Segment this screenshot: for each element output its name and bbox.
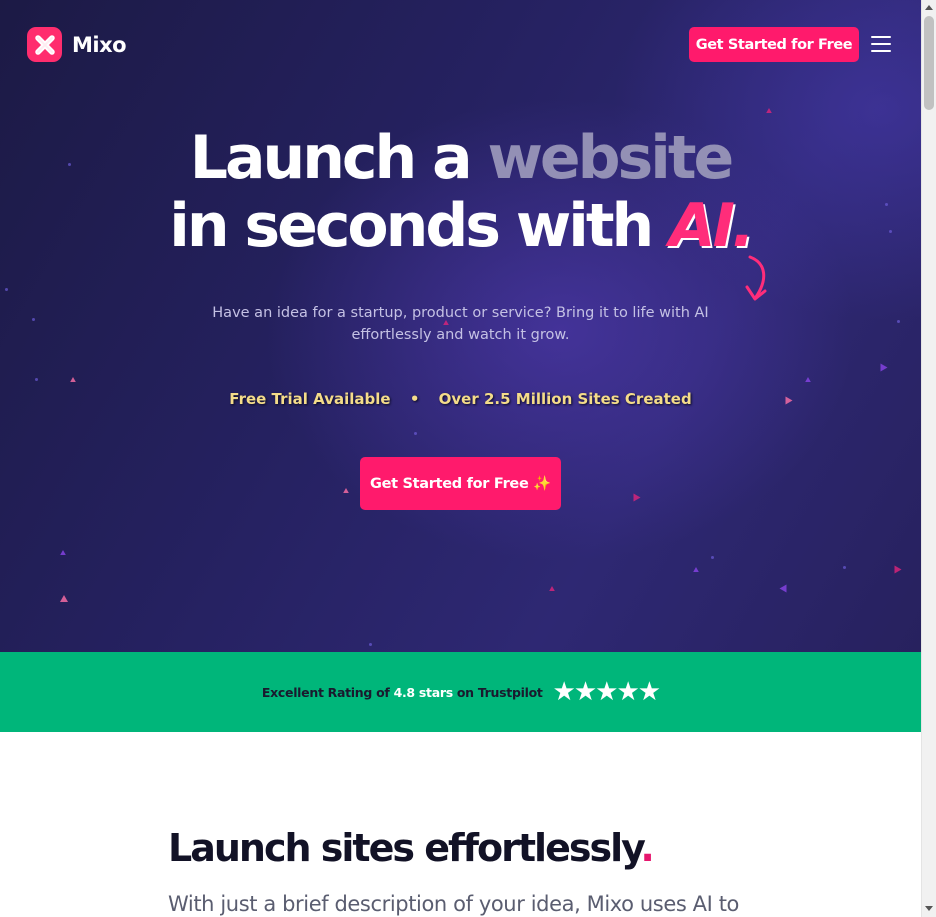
curved-arrow-icon: [740, 253, 774, 309]
particle-triangle: [894, 565, 902, 574]
scroll-up-arrow-icon[interactable]: [925, 5, 933, 10]
page-scrollbar[interactable]: [921, 0, 936, 917]
section-title-accent: .: [640, 826, 655, 870]
subtext-line: Have an idea for a startup, product or s…: [212, 305, 709, 321]
particle-triangle: [880, 363, 888, 372]
headline-highlight-website: website: [487, 123, 734, 193]
particle-triangle: [766, 108, 772, 113]
subtext-line: effortlessly and watch it grow.: [351, 327, 570, 343]
hero-section: Mixo Get Started for Free Launch a websi…: [0, 0, 921, 652]
particle-dot: [369, 643, 372, 646]
hero-subtext: Have an idea for a startup, product or s…: [0, 302, 921, 346]
hero-headline: Launch a website in seconds with AI.: [0, 124, 921, 260]
hamburger-menu-icon[interactable]: [871, 36, 891, 52]
particle-dot: [35, 378, 38, 381]
star-icon: ★★★★★: [552, 677, 662, 707]
page-viewport: Mixo Get Started for Free Launch a websi…: [0, 0, 921, 917]
badge-separator: •: [409, 390, 420, 408]
headline-text: Launch a: [189, 123, 488, 193]
hero-get-started-button[interactable]: Get Started for Free ✨: [360, 457, 561, 510]
particle-dot: [843, 566, 846, 569]
particle-triangle: [693, 567, 699, 572]
headline-line-1: Launch a website: [0, 124, 921, 192]
particle-triangle: [60, 595, 68, 602]
brand-name: Mixo: [72, 32, 127, 57]
trustpilot-rating-bar: Excellent Rating of 4.8 stars on Trustpi…: [0, 652, 921, 732]
mixo-x-logo-icon: [27, 27, 62, 62]
badge-sites-created: Over 2.5 Million Sites Created: [438, 390, 692, 408]
particle-triangle: [805, 377, 811, 382]
rating-text: Excellent Rating of: [261, 684, 394, 700]
badge-free-trial: Free Trial Available: [229, 390, 391, 408]
section-title-text: Launch sites effortlessly: [168, 826, 642, 870]
scrollbar-thumb[interactable]: [924, 16, 934, 110]
section-title: Launch sites effortlessly.: [168, 826, 655, 870]
particle-triangle: [779, 584, 787, 593]
particle-triangle: [70, 377, 76, 382]
rating-text: on Trustpilot: [452, 684, 543, 700]
particle-dot: [711, 556, 714, 559]
particle-triangle: [343, 488, 349, 493]
particle-dot: [5, 288, 8, 291]
section-body-text: With just a brief description of your id…: [168, 892, 739, 916]
headline-text: in seconds with: [169, 191, 670, 261]
particle-triangle: [549, 586, 555, 591]
rating-value: 4.8 stars: [393, 684, 454, 700]
particle-triangle: [633, 493, 641, 502]
headline-line-2: in seconds with AI.: [0, 192, 921, 260]
brand-logo-link[interactable]: Mixo: [27, 27, 127, 62]
scroll-down-arrow-icon[interactable]: [925, 906, 933, 911]
header-get-started-button[interactable]: Get Started for Free: [689, 27, 859, 62]
hero-badges: Free Trial Available • Over 2.5 Million …: [0, 390, 921, 408]
trustpilot-rating-text: Excellent Rating of 4.8 stars on Trustpi…: [262, 685, 543, 700]
particle-dot: [414, 432, 417, 435]
particle-triangle: [60, 550, 66, 555]
headline-highlight-ai: AI.: [669, 191, 755, 261]
